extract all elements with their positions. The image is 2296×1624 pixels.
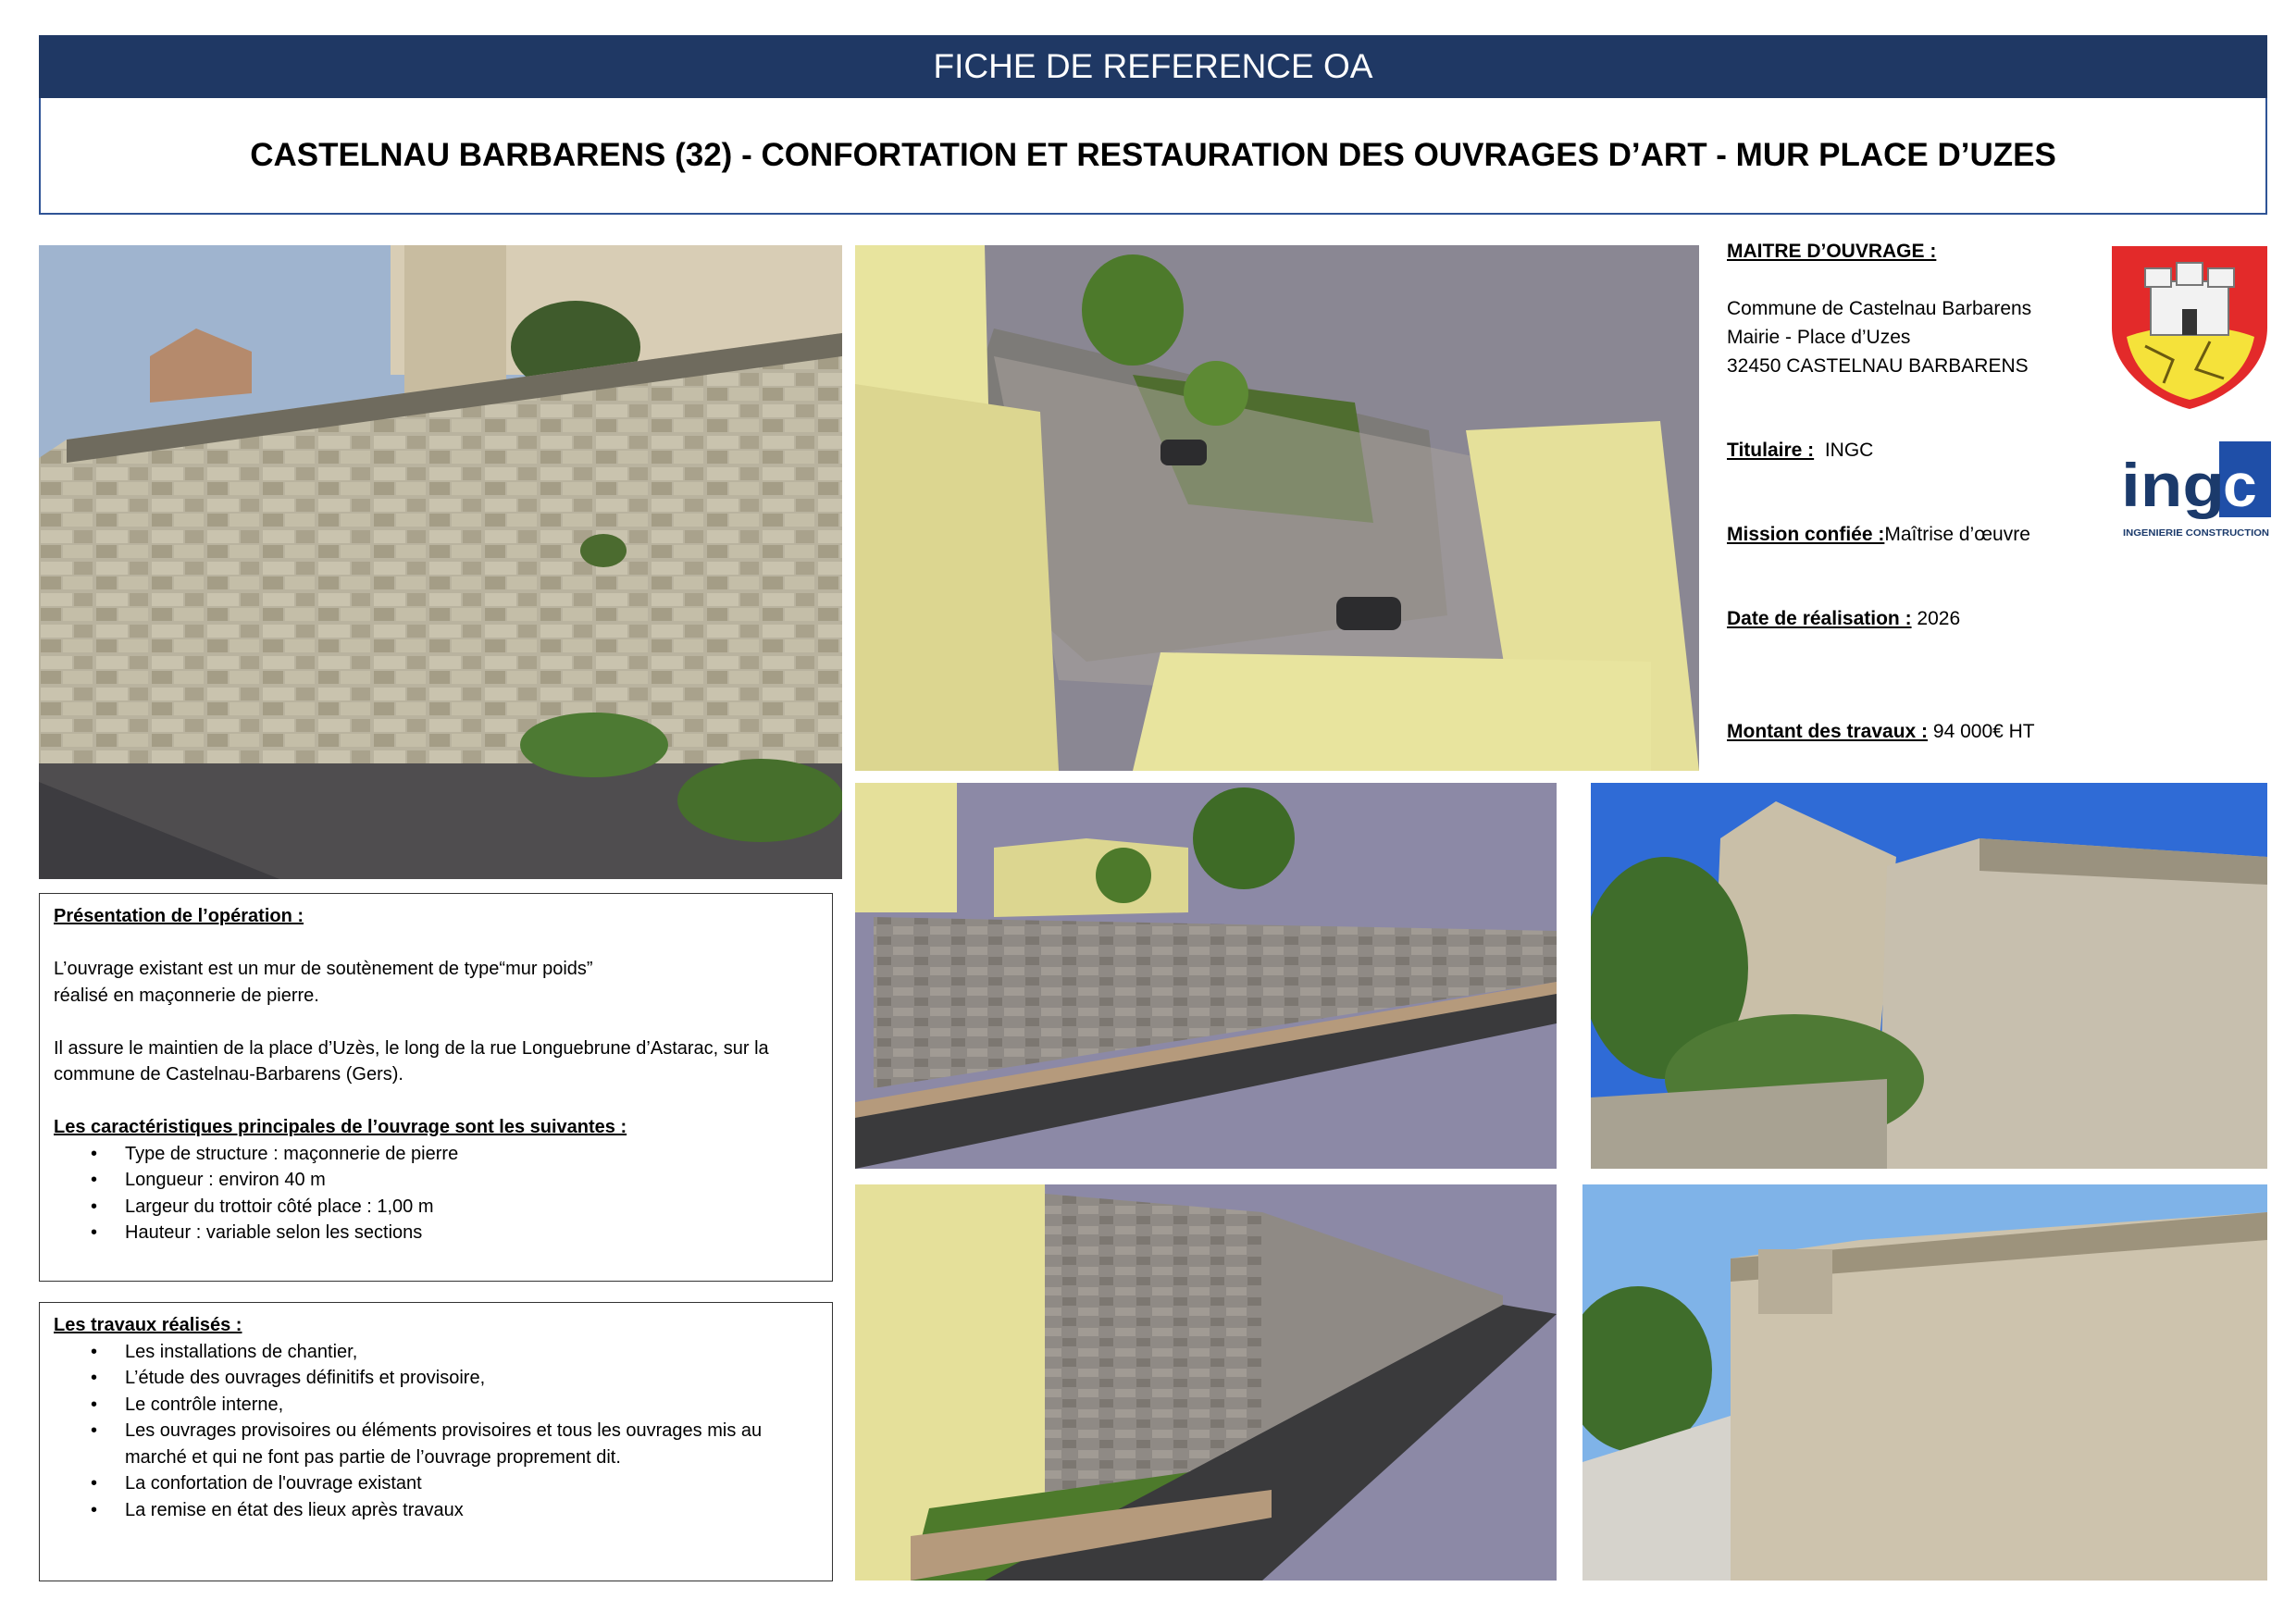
montant-label: Montant des travaux : <box>1727 721 1929 742</box>
mission-value: Maîtrise d’œuvre <box>1884 524 2030 545</box>
date-value: 2026 <box>1917 608 1961 629</box>
list-item: Type de structure : maçonnerie de pierre <box>91 1141 818 1168</box>
presentation-para2-line1: Il assure le maintien de la place d’Uzès… <box>54 1037 769 1059</box>
list-item: L’étude des ouvrages définitifs et provi… <box>91 1365 818 1392</box>
travaux-box: Les travaux réalisés : Les installations… <box>39 1302 833 1581</box>
maitre-line-1: Commune de Castelnau Barbarens <box>1727 298 2032 319</box>
list-item: La remise en état des lieux après travau… <box>91 1497 818 1524</box>
list-item: Longueur : environ 40 m <box>91 1167 818 1194</box>
maitre-ouvrage-label: MAITRE D’OUVRAGE : <box>1727 241 1937 262</box>
presentation-para1-line1: L’ouvrage existant est un mur de soutène… <box>54 959 593 979</box>
header-banner: FICHE DE REFERENCE OA <box>39 35 2267 98</box>
title-text: CASTELNAU BARBARENS (32) - CONFORTATION … <box>250 137 2056 173</box>
wall-photo <box>39 245 842 879</box>
svg-text:INGENIERIE CONSTRUCTION: INGENIERIE CONSTRUCTION <box>2123 528 2269 539</box>
render-wall-perspective <box>855 1184 1557 1581</box>
presentation-heading: Présentation de l’opération : <box>54 906 304 926</box>
list-item: Hauteur : variable selon les sections <box>91 1220 818 1246</box>
ingc-logo: ing c INGENIERIE CONSTRUCTION <box>2119 440 2271 541</box>
list-item: Le contrôle interne, <box>91 1392 818 1419</box>
list-item: La confortation de l'ouvrage existant <box>91 1470 818 1497</box>
photo-wall-street <box>1582 1184 2267 1581</box>
render-wall-side-view <box>855 783 1557 1169</box>
mission-label: Mission confiée : <box>1727 524 1885 545</box>
date-label: Date de réalisation : <box>1727 608 1912 629</box>
list-item: Largeur du trottoir côté place : 1,00 m <box>91 1194 818 1221</box>
list-item: Les ouvrages provisoires ou éléments pro… <box>91 1418 818 1444</box>
titulaire-label: Titulaire : <box>1727 440 1815 461</box>
render-aerial-view <box>855 245 1699 771</box>
list-item-continuation: marché et qui ne font pas partie de l’ou… <box>125 1446 621 1468</box>
characteristics-list: Type de structure : maçonnerie de pierre… <box>54 1141 818 1246</box>
project-info: MAITRE D’OUVRAGE : Commune de Castelnau … <box>1727 237 2097 746</box>
montant-value: 94 000€ HT <box>1932 721 2035 742</box>
presentation-box: Présentation de l’opération : L’ouvrage … <box>39 893 833 1282</box>
date-row: Date de réalisation : 2026 <box>1727 604 2097 633</box>
list-item: Les installations de chantier, <box>91 1339 818 1366</box>
maitre-line-3: 32450 CASTELNAU BARBARENS <box>1727 355 2029 377</box>
coat-of-arms-icon <box>2108 244 2271 411</box>
travaux-list: Les installations de chantier, L’étude d… <box>54 1339 818 1524</box>
svg-text:c: c <box>2223 451 2257 519</box>
titulaire-row: Titulaire : INGC <box>1727 436 2097 465</box>
presentation-para2-line2: commune de Castelnau-Barbarens (Gers). <box>54 1064 403 1085</box>
presentation-para1-line2: réalisé en maçonnerie de pierre. <box>54 985 319 1006</box>
photo-wall-corner <box>1591 783 2267 1169</box>
titulaire-value: INGC <box>1824 440 1874 461</box>
svg-text:ing: ing <box>2121 451 2225 519</box>
characteristics-heading: Les caractéristiques principales de l’ou… <box>54 1117 627 1137</box>
mission-row: Mission confiée :Maîtrise d’œuvre <box>1727 520 2097 549</box>
banner-text: FICHE DE REFERENCE OA <box>933 47 1373 85</box>
montant-row: Montant des travaux : 94 000€ HT <box>1727 717 2097 746</box>
maitre-line-2: Mairie - Place d’Uzes <box>1727 327 1911 348</box>
page-title: CASTELNAU BARBARENS (32) - CONFORTATION … <box>39 98 2267 215</box>
travaux-heading: Les travaux réalisés : <box>54 1315 242 1335</box>
